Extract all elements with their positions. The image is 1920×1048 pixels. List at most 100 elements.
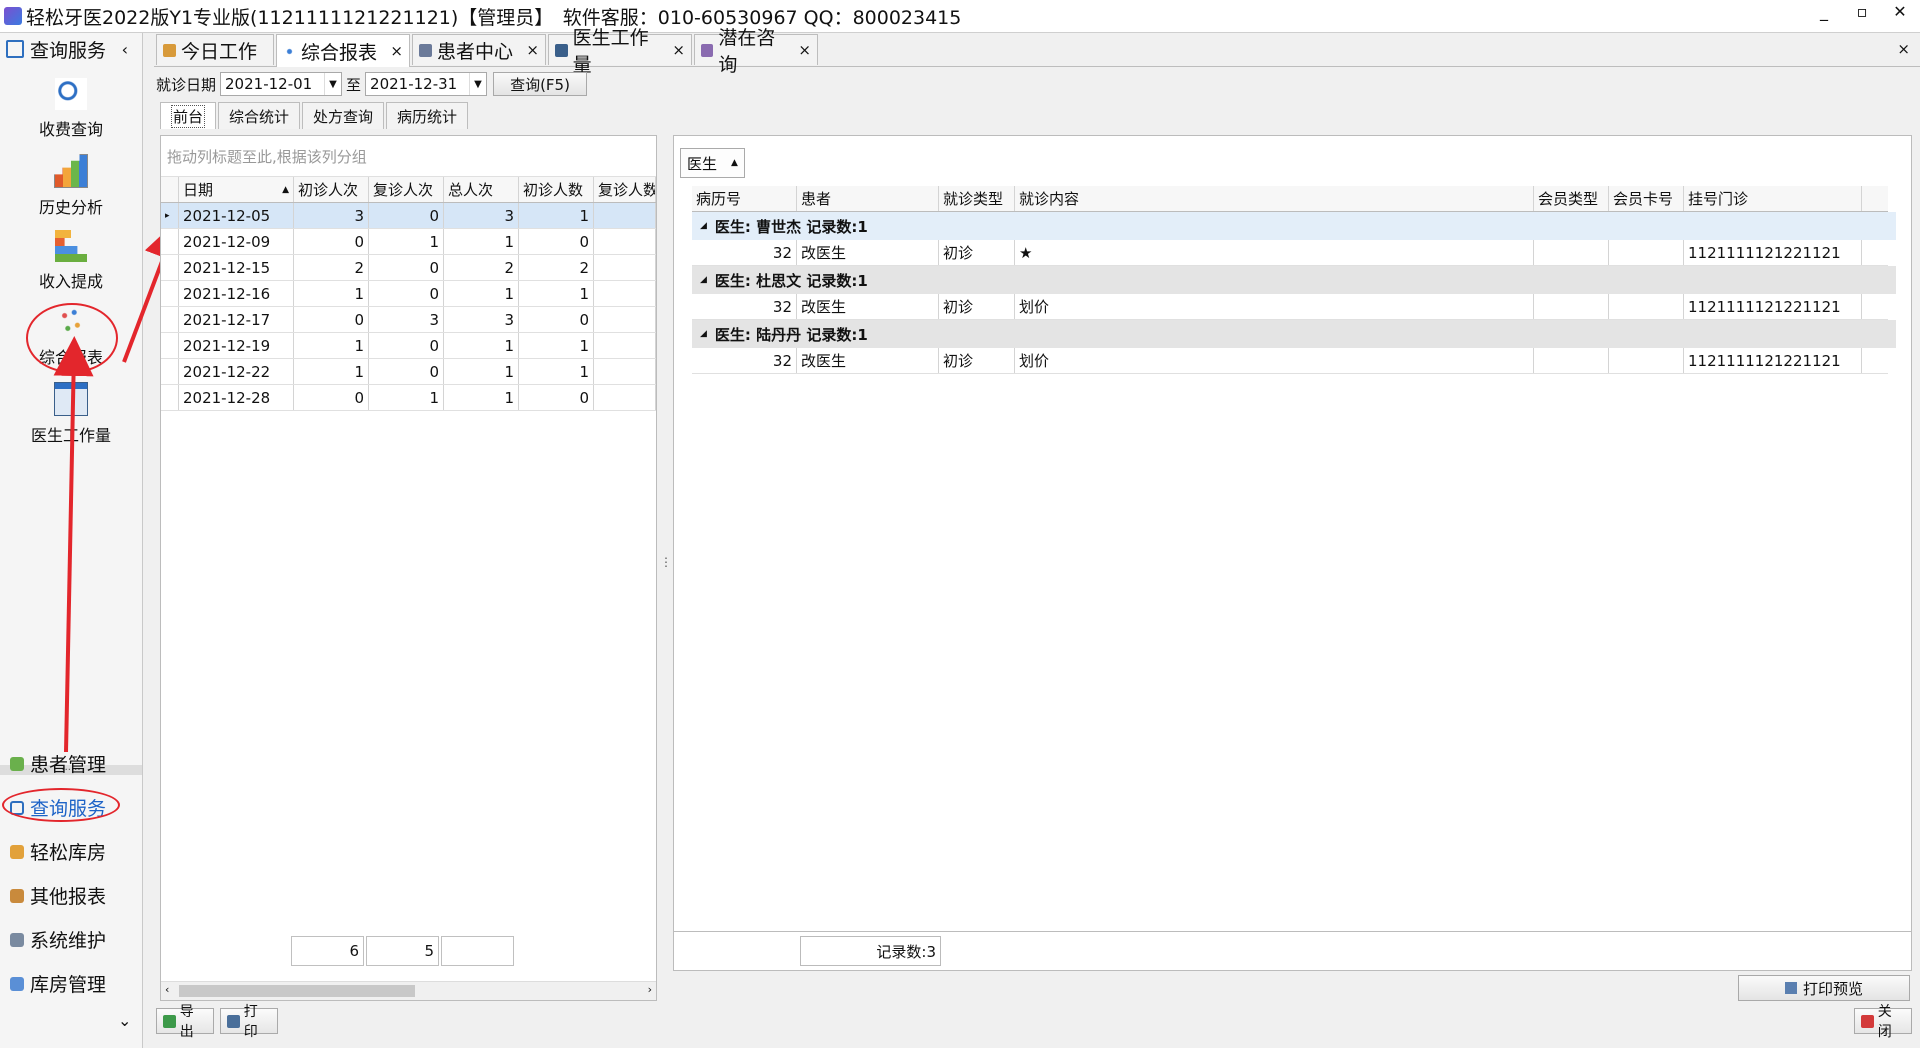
scatter-report-icon xyxy=(283,44,296,58)
close-tab-button[interactable]: × xyxy=(664,41,685,59)
consult-icon xyxy=(701,43,714,57)
table-cell: 改医生 xyxy=(797,294,939,319)
table-cell: 初诊 xyxy=(939,294,1015,319)
column-header-total-visits[interactable]: 总人次 xyxy=(444,177,519,202)
group-header-row[interactable]: ◢ 医生: 杜思文 记录数:1 xyxy=(692,266,1896,294)
table-cell: 2 xyxy=(519,255,594,280)
horizontal-scrollbar[interactable]: ‹ › xyxy=(161,981,656,1000)
date-to-picker[interactable]: 2021-12-31 ▼ xyxy=(365,72,488,96)
table-row[interactable]: 2021-12-15 2 0 2 2 xyxy=(161,255,656,281)
close-icon xyxy=(1861,1014,1874,1028)
subtab-front-desk[interactable]: 前台 xyxy=(160,102,217,129)
close-tab-button[interactable]: × xyxy=(382,42,403,60)
records-table: 病历号 患者 就诊类型 就诊内容 会员类型 会员卡号 挂号门诊 ◢ 医生: 曹世杰… xyxy=(692,186,1896,374)
column-header-member-card[interactable]: 会员卡号 xyxy=(1609,186,1684,211)
table-row[interactable]: 2021-12-16 1 0 1 1 xyxy=(161,281,656,307)
table-row[interactable]: 32 改医生 初诊 ★ 1121111121221121 xyxy=(692,240,1888,266)
table-row[interactable]: 2021-12-28 0 1 1 0 xyxy=(161,385,656,411)
scroll-thumb[interactable] xyxy=(179,985,415,997)
table-cell xyxy=(1609,240,1684,265)
column-header-return-patients[interactable]: 复诊人数 xyxy=(594,177,656,202)
scroll-left-icon[interactable]: ‹ xyxy=(165,983,169,996)
button-label: 关闭 xyxy=(1877,1004,1892,1040)
panel-splitter[interactable]: ⋮ xyxy=(660,556,672,568)
sort-asc-icon[interactable]: ▲ xyxy=(731,158,738,168)
table-cell: 0 xyxy=(519,307,594,332)
table-cell xyxy=(594,307,656,332)
column-header-date[interactable]: 日期 ▲ xyxy=(179,177,294,202)
group-by-hint[interactable]: 拖动列标题至此,根据该列分组 xyxy=(161,136,656,177)
close-tab-button[interactable]: × xyxy=(790,41,811,59)
subtab-label: 病历统计 xyxy=(397,107,458,126)
table-cell: 32 xyxy=(692,240,797,265)
column-header-member-type[interactable]: 会员类型 xyxy=(1534,186,1609,211)
tab-potential-consult[interactable]: 潜在咨询 × xyxy=(694,27,818,76)
date-to-value: 2021-12-31 xyxy=(370,75,458,93)
close-tab-button[interactable]: × xyxy=(518,41,539,59)
table-cell: ★ xyxy=(1015,240,1534,265)
grid-header: 病历号 患者 就诊类型 就诊内容 会员类型 会员卡号 挂号门诊 xyxy=(692,186,1888,212)
tab-doctor-workload[interactable]: 医生工作量 × xyxy=(548,27,692,76)
column-header-first-patients[interactable]: 初诊人数 xyxy=(519,177,594,202)
close-button[interactable]: 关闭 xyxy=(1854,1004,1912,1040)
table-cell: 3 xyxy=(444,203,519,228)
subtab-medical-record-stats[interactable]: 病历统计 xyxy=(386,102,469,129)
table-cell: 0 xyxy=(519,385,594,410)
date-from-picker[interactable]: 2021-12-01 ▼ xyxy=(220,72,343,96)
report-subtabs: 前台 综合统计 处方查询 病历统计 xyxy=(160,102,470,130)
print-preview-button[interactable]: 打印预览 xyxy=(1738,975,1910,1001)
column-header-visit-content[interactable]: 就诊内容 xyxy=(1015,186,1534,211)
table-cell: 1 xyxy=(519,359,594,384)
row-indicator xyxy=(161,307,179,332)
table-cell: 1 xyxy=(444,281,519,306)
table-row[interactable]: 32 改医生 初诊 划价 1121111121221121 xyxy=(692,294,1888,320)
sum-first-visits: 6 xyxy=(291,936,364,966)
table-row[interactable]: 2021-12-09 0 1 1 0 xyxy=(161,229,656,255)
group-by-doctor-chip[interactable]: 医生 ▲ xyxy=(680,148,745,178)
export-button[interactable]: 导出 xyxy=(156,1004,214,1040)
expand-toggle-icon[interactable]: ◢ xyxy=(700,221,707,231)
date-label: 就诊日期 xyxy=(156,75,217,94)
group-header-row[interactable]: ◢ 医生: 陆丹丹 记录数:1 xyxy=(692,320,1896,348)
tab-today-work[interactable]: 今日工作 xyxy=(156,34,274,65)
table-row[interactable]: 32 改医生 初诊 划价 1121111121221121 xyxy=(692,348,1888,374)
query-button[interactable]: 查询(F5) xyxy=(493,72,588,96)
row-indicator xyxy=(161,385,179,410)
table-cell: 2021-12-16 xyxy=(179,281,294,306)
column-header-return-visits[interactable]: 复诊人次 xyxy=(369,177,444,202)
group-header-label: 医生: 曹世杰 记录数:1 xyxy=(714,217,868,236)
scroll-right-icon[interactable]: › xyxy=(648,983,652,996)
dropdown-arrow-icon[interactable]: ▼ xyxy=(324,73,341,95)
tab-label: 综合报表 xyxy=(301,41,378,64)
column-header-registration-clinic[interactable]: 挂号门诊 xyxy=(1684,186,1862,211)
column-header-visit-type[interactable]: 就诊类型 xyxy=(939,186,1015,211)
table-cell xyxy=(594,359,656,384)
expand-toggle-icon[interactable]: ◢ xyxy=(700,329,707,339)
table-cell: 改医生 xyxy=(797,240,939,265)
row-indicator: ▸ xyxy=(161,203,179,228)
table-cell xyxy=(594,203,656,228)
table-row[interactable]: 2021-12-19 1 0 1 1 xyxy=(161,333,656,359)
table-row[interactable]: 2021-12-17 0 3 3 0 xyxy=(161,307,656,333)
group-header-label: 医生: 杜思文 记录数:1 xyxy=(714,271,868,290)
subtab-prescription-query[interactable]: 处方查询 xyxy=(302,102,385,129)
subtab-comprehensive-stats[interactable]: 综合统计 xyxy=(218,102,301,129)
table-cell xyxy=(1534,294,1609,319)
printer-icon xyxy=(227,1014,240,1028)
dropdown-arrow-icon[interactable]: ▼ xyxy=(469,73,486,95)
column-header-patient[interactable]: 患者 xyxy=(797,186,939,211)
tab-comprehensive-report[interactable]: 综合报表 × xyxy=(276,34,410,67)
column-header-record-no[interactable]: 病历号 xyxy=(692,186,797,211)
records-footer: 记录数:3 xyxy=(674,931,1911,970)
table-row[interactable]: ▸ 2021-12-05 3 0 3 1 xyxy=(161,203,656,229)
tab-label: 患者中心 xyxy=(437,40,514,63)
subtab-label: 前台 xyxy=(171,104,206,128)
column-header-first-visits[interactable]: 初诊人次 xyxy=(294,177,369,202)
group-header-row[interactable]: ◢ 医生: 曹世杰 记录数:1 xyxy=(692,212,1896,240)
tab-patient-center[interactable]: 患者中心 × xyxy=(412,34,546,65)
table-cell: 0 xyxy=(294,385,369,410)
close-all-tabs-button[interactable]: × xyxy=(1897,40,1910,58)
table-row[interactable]: 2021-12-22 1 0 1 1 xyxy=(161,359,656,385)
expand-toggle-icon[interactable]: ◢ xyxy=(700,275,707,285)
print-button[interactable]: 打印 xyxy=(220,1004,278,1040)
